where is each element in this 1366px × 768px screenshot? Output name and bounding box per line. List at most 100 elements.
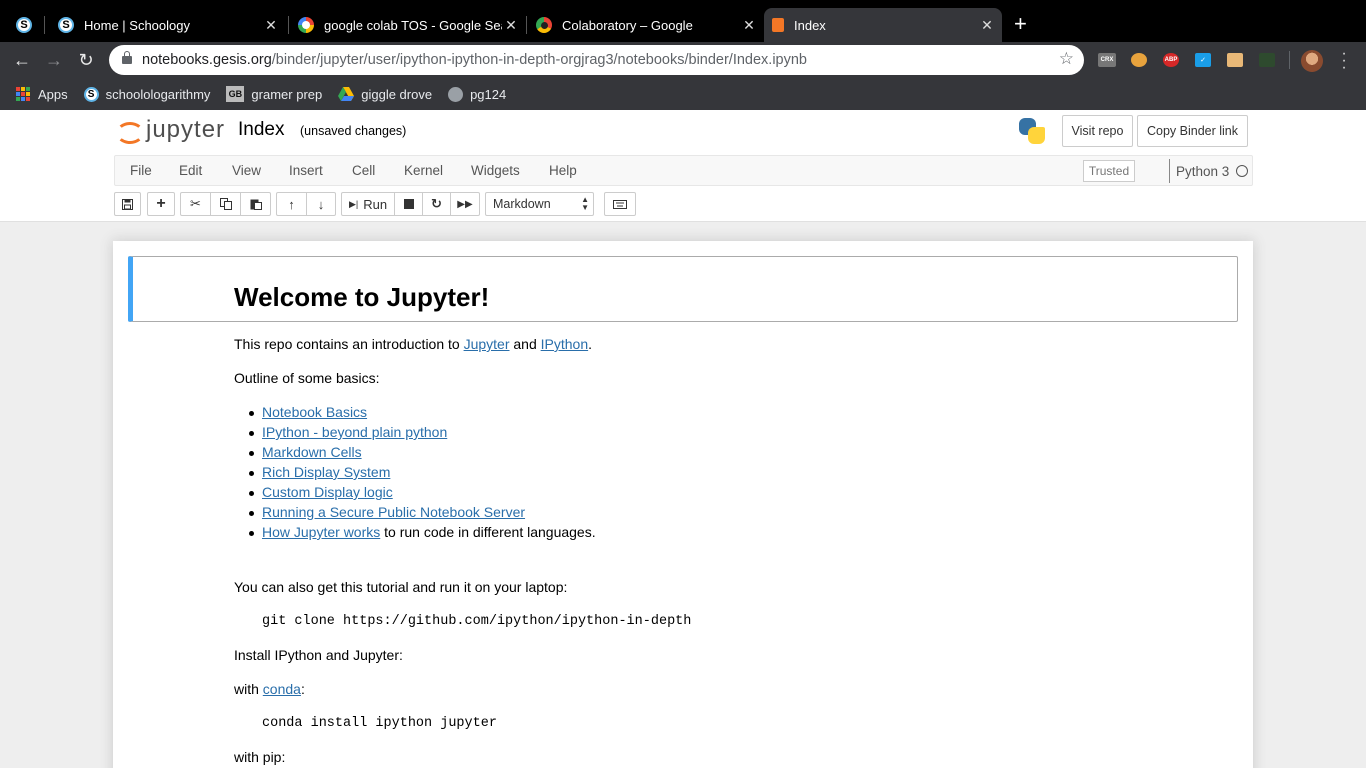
menu-help[interactable]: Help	[549, 163, 577, 178]
floppy-disk-icon	[122, 198, 133, 210]
bookmark-pg124[interactable]: pg124	[448, 86, 506, 102]
git-clone-code: git clone https://github.com/ipython/ipy…	[262, 614, 692, 629]
bookmark-label: gramer prep	[251, 86, 323, 102]
custom-display-link[interactable]: Custom Display logic	[262, 484, 393, 500]
url-text[interactable]: notebooks.gesis.org/binder/jupyter/user/…	[142, 52, 807, 68]
owl-extension-icon[interactable]	[1131, 53, 1147, 67]
menu-file[interactable]: File	[130, 163, 152, 178]
move-up-button[interactable]: ↑	[276, 192, 307, 216]
gb-icon: GB	[226, 86, 245, 102]
paste-button[interactable]	[240, 192, 271, 216]
menu-view[interactable]: View	[232, 163, 261, 178]
save-button[interactable]	[114, 192, 141, 216]
ipython-beyond-link[interactable]: IPython - beyond plain python	[262, 424, 447, 440]
schoology-icon: S	[16, 17, 32, 33]
restart-run-all-button[interactable]: ▶▶	[450, 192, 480, 216]
secure-server-link[interactable]: Running a Secure Public Notebook Server	[262, 504, 525, 520]
pinned-tab-schoology[interactable]: S	[12, 8, 34, 42]
tab-google-search[interactable]: google colab TOS - Google Search ✕	[290, 8, 526, 42]
cut-button[interactable]: ✂	[180, 192, 211, 216]
reload-icon[interactable]: ↻	[76, 50, 96, 70]
bookmark-label: schoolologarithmy	[105, 86, 211, 102]
insert-cell-button[interactable]: +	[147, 192, 175, 216]
command-palette-button[interactable]	[604, 192, 636, 216]
copy-button[interactable]	[210, 192, 241, 216]
intro-text-mid: and	[509, 336, 541, 352]
tab-schoology-home[interactable]: S Home | Schoology ✕	[50, 8, 286, 42]
forward-arrow-icon[interactable]: →	[44, 50, 64, 70]
visit-repo-button[interactable]: Visit repo	[1062, 115, 1133, 147]
tab-title: Home | Schoology	[84, 17, 190, 33]
outline-item: Markdown Cells	[249, 444, 362, 460]
arrow-down-icon: ↓	[317, 196, 325, 212]
bookmark-apps[interactable]: Apps	[15, 86, 68, 102]
markdown-cells-link[interactable]: Markdown Cells	[262, 444, 362, 460]
new-tab-plus-icon[interactable]: +	[1014, 13, 1027, 35]
python-logo-icon	[1017, 116, 1047, 146]
conda-link[interactable]: conda	[263, 681, 301, 697]
tab-separator	[44, 16, 45, 34]
tab-index-active[interactable]: Index ✕	[764, 8, 1002, 42]
run-button[interactable]: ▶︎| Run	[341, 192, 395, 216]
tab-colaboratory[interactable]: Colaboratory – Google ✕	[528, 8, 764, 42]
character-extension-icon[interactable]	[1227, 53, 1243, 67]
run-label: Run	[363, 196, 388, 212]
keyboard-icon	[613, 199, 627, 209]
bookmark-gramer-prep[interactable]: GB gramer prep	[226, 86, 322, 102]
with-conda-paragraph: with conda:	[234, 681, 305, 697]
toolbar-divider	[1289, 51, 1290, 69]
install-paragraph: Install IPython and Jupyter:	[234, 647, 403, 663]
notebook-name[interactable]: Index	[238, 119, 284, 141]
close-icon[interactable]: ✕	[740, 17, 758, 34]
kernel-name[interactable]: Python 3	[1169, 159, 1229, 183]
restart-kernel-button[interactable]: ↻	[422, 192, 451, 216]
bookmark-star-icon[interactable]: ☆	[1059, 49, 1074, 69]
bookmarks-bar: Apps S schoolologarithmy GB gramer prep …	[0, 78, 1366, 110]
outline-item: Running a Secure Public Notebook Server	[248, 504, 525, 520]
conda-install-code: conda install ipython jupyter	[262, 716, 497, 731]
crx-icon[interactable]: CRX	[1098, 53, 1116, 67]
adblock-plus-icon[interactable]: ABP	[1163, 53, 1179, 67]
jupyter-header: jupyter Index (unsaved changes) Visit re…	[0, 110, 1366, 222]
plus-icon: +	[156, 195, 166, 212]
browser-menu-icon[interactable]: · · ·	[1340, 46, 1348, 76]
browser-toolbar: ← → ↻ notebooks.gesis.org/binder/jupyter…	[0, 42, 1366, 78]
profile-avatar[interactable]	[1301, 50, 1323, 72]
menu-edit[interactable]: Edit	[179, 163, 202, 178]
scribble-extension-icon[interactable]	[1259, 53, 1275, 67]
how-jupyter-works-link[interactable]: How Jupyter works	[262, 524, 380, 540]
close-icon[interactable]: ✕	[978, 17, 996, 34]
address-bar[interactable]: notebooks.gesis.org/binder/jupyter/user/…	[109, 45, 1084, 75]
close-icon[interactable]: ✕	[262, 17, 280, 34]
interrupt-kernel-button[interactable]	[394, 192, 423, 216]
menu-widgets[interactable]: Widgets	[471, 163, 520, 178]
outline-item: Custom Display logic	[249, 484, 393, 500]
bookmark-schoolologarithmy[interactable]: S schoolologarithmy	[83, 86, 211, 102]
ipython-link[interactable]: IPython	[541, 336, 588, 352]
menu-kernel[interactable]: Kernel	[404, 163, 443, 178]
lock-icon	[122, 51, 132, 64]
jupyter-logo[interactable]: jupyter	[116, 116, 225, 144]
close-icon[interactable]: ✕	[502, 17, 520, 34]
back-arrow-icon[interactable]: ←	[12, 50, 32, 70]
checkmark-extension-icon[interactable]: ✓	[1195, 53, 1211, 67]
step-forward-icon: ▶︎|	[348, 198, 359, 209]
google-drive-icon	[338, 86, 355, 102]
bookmark-giggle-drove[interactable]: giggle drove	[338, 86, 432, 102]
trusted-indicator[interactable]: Trusted	[1083, 160, 1135, 182]
jupyter-link[interactable]: Jupyter	[464, 336, 510, 352]
copy-binder-link-button[interactable]: Copy Binder link	[1137, 115, 1248, 147]
notebook-menubar: File Edit View Insert Cell Kernel Widget…	[114, 155, 1253, 186]
outline-item-suffix: to run code in different languages.	[380, 524, 596, 540]
intro-paragraph: This repo contains an introduction to Ju…	[234, 336, 592, 352]
move-down-button[interactable]: ↓	[306, 192, 336, 216]
rich-display-link[interactable]: Rich Display System	[262, 464, 390, 480]
intro-text-post: .	[588, 336, 593, 352]
cell-type-value: Markdown	[493, 197, 551, 211]
menu-insert[interactable]: Insert	[289, 163, 323, 178]
cell-type-select[interactable]: Markdown ▲ ▼	[485, 192, 594, 216]
notebook-basics-link[interactable]: Notebook Basics	[262, 404, 367, 420]
menu-cell[interactable]: Cell	[352, 163, 375, 178]
schoology-icon: S	[58, 17, 74, 33]
copy-icon	[219, 198, 232, 210]
